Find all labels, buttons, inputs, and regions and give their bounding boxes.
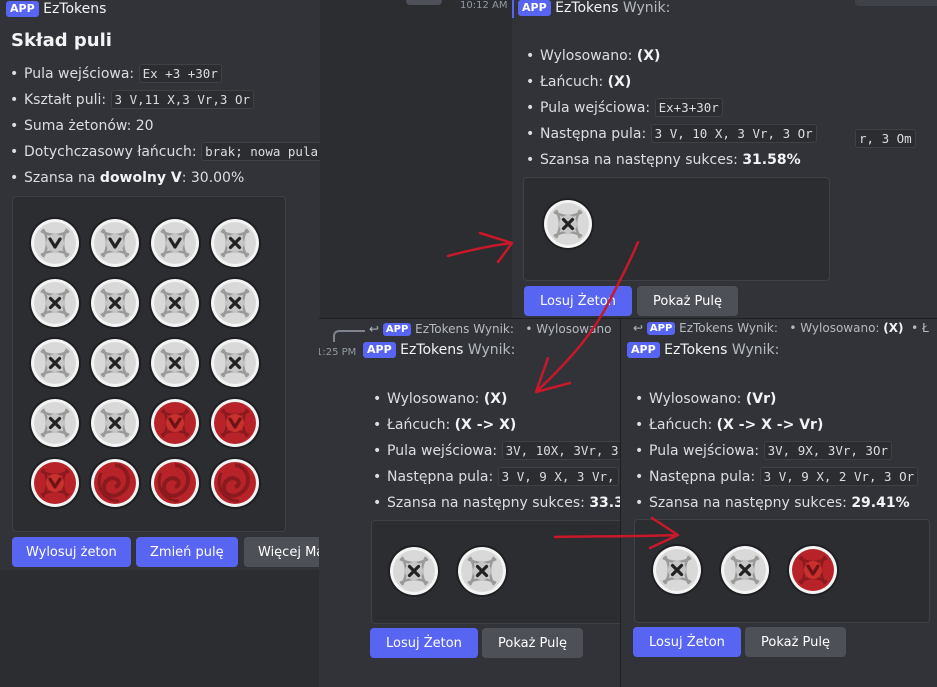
list-item: Wylosowano: (Vr) [633, 388, 918, 414]
token-vr-red-icon [785, 542, 841, 598]
token-x-gray-icon [87, 335, 143, 391]
draw-token-button[interactable]: Losuj Żeton [524, 286, 632, 316]
timestamp: 10:12 AM [460, 0, 508, 11]
drawn-tokens-embed [371, 520, 621, 624]
message-header: APP EzTokens Wynik: [363, 342, 515, 358]
token-x-gray-icon [207, 275, 263, 331]
toolbar-fragment [855, 0, 937, 6]
list-item: Następna pula: 3 V, 9 X, 3 Vr, [371, 466, 621, 492]
token-v-gray-icon [147, 215, 203, 271]
pool-info-list: Pula wejściowa: Ex +3 +30r Kształt puli:… [8, 63, 320, 193]
token-or-swirl-icon [207, 455, 263, 511]
token-x-gray-icon [147, 275, 203, 331]
app-badge: APP [518, 0, 551, 16]
result-list: Wylosowano: (Vr) Łańcuch: (X -> X -> Vr)… [633, 388, 919, 518]
draw-result-message-2: ↩ APP EzTokens Wynik: • Wylosowano 1:25 … [319, 318, 621, 687]
list-item: Szansa na następny sukces: 33.33% [371, 492, 621, 518]
token-vr-red-icon [207, 395, 263, 451]
show-pool-button[interactable]: Pokaż Pulę [637, 286, 739, 316]
token-x-gray-icon [87, 275, 143, 331]
chain-code: brak; nowa pula [201, 142, 320, 161]
sidebar-fragment [400, 0, 512, 318]
token-v-gray-icon [27, 215, 83, 271]
more-button[interactable]: Więcej Ma [244, 537, 320, 567]
token-or-swirl-icon [87, 455, 143, 511]
list-item: Łańcuch: (X -> X -> Vr) [633, 414, 918, 440]
bot-name[interactable]: EzTokens [555, 0, 618, 16]
token-vr-red-icon [147, 395, 203, 451]
token-v-gray-icon [87, 215, 143, 271]
list-item: Łańcuch: (X) [524, 71, 817, 97]
list-item: Pula wejściowa: Ex +3 +30r [8, 63, 320, 89]
token-x-gray-icon [649, 542, 705, 598]
reply-line [333, 330, 365, 342]
mention-bar [512, 0, 514, 18]
result-list: Wylosowano: (X) Łańcuch: (X) Pula wejści… [524, 45, 817, 175]
list-item: Kształt puli: 3 V,11 X,3 Vr,3 Or [8, 89, 320, 115]
list-item: Suma żetonów: 20 [8, 115, 320, 141]
list-item: Pula wejściowa: 3V, 9X, 3Vr, 3Or [633, 440, 918, 466]
list-item: Pula wejściowa: Ex+3+30r [524, 97, 817, 123]
token-x-gray-icon [454, 543, 510, 599]
draw-token-button[interactable]: Losuj Żeton [370, 628, 478, 658]
list-item: Dotychczasowy łańcuch: brak; nowa pula [8, 141, 320, 167]
show-pool-button[interactable]: Pokaż Pulę [482, 628, 584, 658]
bot-name[interactable]: EzTokens [43, 1, 106, 17]
pool-composition-message: APP EzTokens Skład puli Pula wejściowa: … [0, 0, 320, 570]
message-header: APP EzTokens Wynik: [518, 0, 670, 16]
result-list: Wylosowano: (X) Łańcuch: (X -> X) Pula w… [371, 388, 621, 518]
drawn-tokens-embed [523, 177, 830, 281]
token-x-gray-icon [540, 196, 596, 252]
draw-token-button[interactable]: Losuj Żeton [633, 627, 741, 657]
token-or-swirl-icon [147, 455, 203, 511]
list-item: Następna pula: 3 V, 10 X, 3 Vr, 3 Or [524, 123, 817, 149]
list-item: Wylosowano: (X) [524, 45, 817, 71]
timestamp: 1:25 PM [319, 347, 357, 358]
app-badge: APP [6, 1, 39, 17]
message-header: APP EzTokens Wynik: [627, 342, 779, 358]
drawn-tokens-embed [634, 519, 930, 623]
pool-in-code: Ex +3 +30r [138, 64, 222, 83]
token-x-gray-icon [27, 335, 83, 391]
list-item: Łańcuch: (X -> X) [371, 414, 621, 440]
draw-result-message-1: 10:12 AM APP EzTokens Wynik: Wylosowano:… [400, 0, 937, 318]
list-item: Wylosowano: (X) [371, 388, 621, 414]
token-x-gray-icon [386, 543, 442, 599]
reply-icon: ↩ [633, 321, 644, 335]
list-item: Szansa na następny sukces: 31.58% [524, 149, 817, 175]
shape-code: 3 V,11 X,3 Vr,3 Or [110, 90, 254, 109]
show-pool-button[interactable]: Pokaż Pulę [745, 627, 847, 657]
token-vr-red-icon [27, 455, 83, 511]
list-item: Pula wejściowa: 3V, 10X, 3Vr, 3 [371, 440, 621, 466]
change-pool-button[interactable]: Zmień pulę [136, 537, 238, 567]
list-item: Szansa na dowolny V: 30.00% [8, 167, 320, 193]
list-item: Szansa na następny sukces: 29.41% [633, 492, 918, 518]
list-item: Następna pula: 3 V, 9 X, 2 Vr, 3 Or [633, 466, 919, 492]
reply-preview[interactable]: ↩ APP EzTokens Wynik: • Wylosowano [369, 322, 611, 336]
reply-preview[interactable]: ↩ APP EzTokens Wynik: • Wylosowano: (X) … [633, 321, 929, 335]
token-x-gray-icon [27, 395, 83, 451]
token-x-gray-icon [87, 395, 143, 451]
token-x-gray-icon [147, 335, 203, 391]
draw-token-button[interactable]: Wylosuj żeton [12, 537, 131, 567]
result-label: Wynik: [622, 0, 671, 16]
token-x-gray-icon [207, 335, 263, 391]
token-x-gray-icon [717, 542, 773, 598]
avatar-fragment [406, 0, 442, 5]
overflow-code-fragment: r, 3 Om [855, 129, 916, 148]
token-x-gray-icon [27, 275, 83, 331]
draw-result-message-3: ↩ APP EzTokens Wynik: • Wylosowano: (X) … [620, 318, 937, 687]
reply-icon: ↩ [369, 322, 380, 336]
token-grid [12, 196, 286, 532]
embed-title: Skład puli [11, 30, 112, 51]
token-x-gray-icon [207, 215, 263, 271]
message-header: APP EzTokens [6, 1, 106, 17]
